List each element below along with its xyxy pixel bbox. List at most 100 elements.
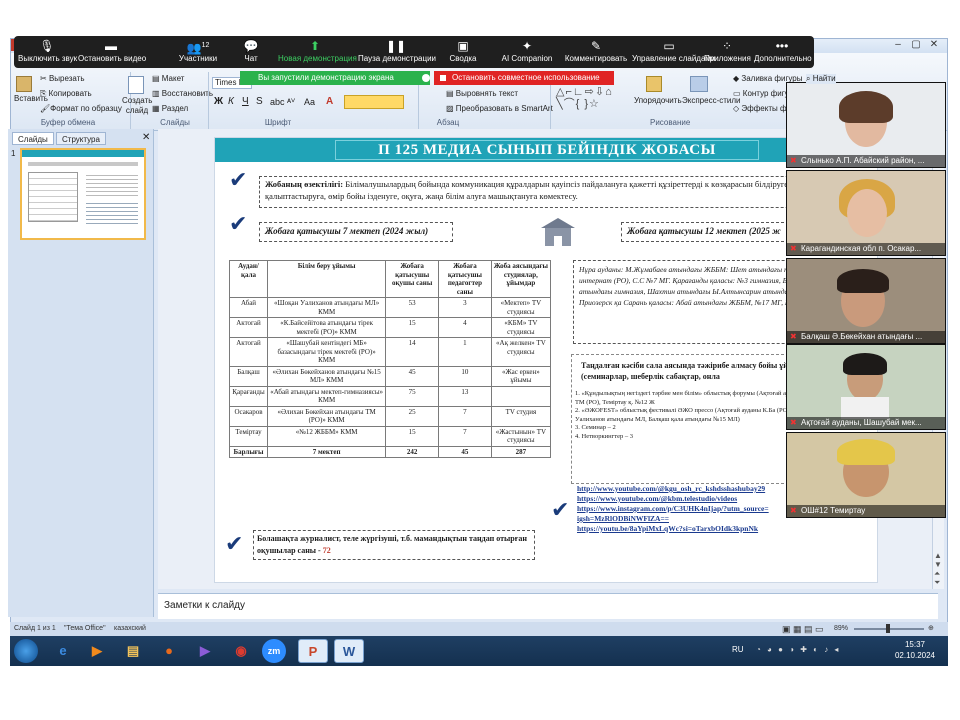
checkmark-icon: ✔ [229,212,248,237]
copy-button[interactable]: ⎘ Копировать [40,89,92,99]
group-font: Шрифт [264,118,292,127]
tray-icons[interactable]: ◔ ◕ ● ◑ ✚ ◐ ♪ ◂ [756,645,840,654]
slide-thumbnail[interactable] [20,148,146,240]
bold-button[interactable]: Ж [214,97,223,107]
participants-button[interactable]: 👥12 Участники [170,38,226,63]
quick-styles-button[interactable]: Экспресс-стили [682,96,741,106]
scroll-buttons[interactable]: ▲ ▼ ⏶ ⏷ [934,551,942,587]
participant-name: ✖ Слынько А.П. Абайский район, ... [787,155,945,167]
mute-button[interactable]: 🎙 Выключить звук [18,38,77,63]
status-bar: Слайд 1 из 1 "Тема Office" казахский ▣ ▦… [10,622,948,636]
participant-face [847,189,887,237]
annotate-button[interactable]: ✎ Комментировать [564,38,628,63]
new-slide-button[interactable]: Создать слайд [122,96,152,116]
clock[interactable]: 15:37 02.10.2024 [888,639,942,661]
slide-counter: Слайд 1 из 1 [14,625,56,632]
more-button[interactable]: ••• Дополнительно [754,38,812,63]
tab-outline[interactable]: Структура [56,132,106,145]
section-button[interactable]: ▦ Раздел [152,104,188,114]
underline-button[interactable]: Ч [242,97,249,107]
internet-explorer-icon[interactable]: e [48,639,78,663]
slide: П 125 МЕДИА СЫНЫП БЕЙІНДІК ЖОБАСЫ ✔ Жоба… [214,137,878,583]
table-cell: «Жас еркен» ұйымы [490,365,552,387]
chat-icon: 💬 [243,39,259,53]
participant-name: ✖ Ақтоғай ауданы, Шашубай мек... [787,417,945,429]
font-color-button[interactable]: A [326,97,333,107]
table-cell: «КБМ» TV студиясы [490,317,552,338]
pause-share-button[interactable]: ❚❚ Пауза демонстрации [358,38,436,63]
table-cell: «Жастынын» TV студиясы [490,425,552,447]
table-cell: 4 [438,317,492,338]
media-player-icon[interactable]: ▶ [82,639,112,663]
spacing-button[interactable]: abc ᴬⱽ [270,97,295,107]
table-header-cell: Жобаға қатысушы педагогтер саны [438,260,492,298]
tab-slides[interactable]: Слайды [12,132,54,145]
table-cell: 242 [385,445,440,458]
youtube-link[interactable]: https://youtu.be/8aYpiMxLqWc?si=oTarxbOI… [577,524,877,534]
chat-button[interactable]: 💬 Чат [240,38,262,63]
start-button-icon[interactable] [14,639,38,663]
view-buttons[interactable]: ▣ ▦ ▤ ▭ [782,622,824,636]
participant-hair [837,269,889,293]
participant-video[interactable]: ✖ Карагандинская обл п. Осакар... [786,170,946,256]
muted-mic-icon: ✖ [790,244,797,253]
close-panel-icon[interactable]: ✕ [142,132,150,143]
new-share-button[interactable]: ⬆ Новая демонстрация [278,38,357,63]
slide-control-button[interactable]: ▭ Управление слайдами [632,38,715,63]
cut-button[interactable]: ✂ Вырезать [40,74,85,84]
word-icon[interactable]: W [334,639,364,663]
italic-button[interactable]: К [228,97,234,107]
participant-video[interactable]: ✖ Слынько А.П. Абайский район, ... [786,82,946,168]
input-language[interactable]: RU [732,645,744,654]
stop-video-button[interactable]: ▬ Остановить видео [78,38,146,63]
strikethrough-button[interactable]: S [256,97,263,107]
checkmark-icon: ✔ [229,168,248,193]
participant-video[interactable]: ✖ Ақтоғай ауданы, Шашубай мек... [786,344,946,430]
file-explorer-icon[interactable]: ▤ [118,639,148,663]
change-case-button[interactable]: Aa [304,97,315,107]
smartart-button[interactable]: ▨ Преобразовать в SmartArt [446,104,553,114]
chrome-icon[interactable]: ◉ [226,639,256,663]
muted-mic-icon: ✖ [790,332,797,341]
stop-share-button[interactable]: Остановить совместное использование [434,71,614,85]
school-building-icon [541,218,575,246]
shapes-gallery[interactable]: △⌐∟⇨⇩⌂ ╲⌒{ }☆ [556,86,630,112]
table-cell: Актогай [229,337,268,367]
maximize-icon[interactable]: ▢ [909,39,923,51]
participant-video[interactable]: ✖ ОШ#12 Темиртау [786,432,946,518]
fit-window-icon[interactable]: ⊕ [928,622,934,636]
notes-pane[interactable]: Заметки к слайду [158,593,938,619]
participant-name: ✖ Карагандинская обл п. Осакар... [787,243,945,255]
reset-icon: ▥ [152,89,162,98]
zoom-slider-thumb[interactable] [886,624,890,633]
zoom-app-icon[interactable]: zm [262,639,286,663]
career-choice-text: Болашақта журналист, теле жүргізуші, т.б… [257,534,527,555]
apps-button[interactable]: ⁘ Приложения [704,38,751,63]
powerpoint-icon[interactable]: P [298,639,328,663]
format-painter-button[interactable]: 🖌Формат по образцу [40,104,122,114]
table-cell: 1 [438,337,492,367]
stop-icon [440,75,446,81]
arrange-button[interactable]: Упорядочить [634,96,682,106]
find-button[interactable]: ⌕ Найти [806,74,836,84]
video-app-icon[interactable]: ▶ [190,639,220,663]
table-cell: «Шашубай кентіндегі МБ» базасындағы тіре… [266,337,387,367]
reset-button[interactable]: ▥ Восстановить [152,89,213,99]
close-icon[interactable]: ✕ [927,39,941,51]
minimize-icon[interactable]: – [891,39,905,51]
summary-button[interactable]: ▣ Сводка [448,38,478,63]
ai-companion-button[interactable]: ✦ AI Companion [498,38,556,63]
layout-button[interactable]: ▤ Макет [152,74,184,84]
share-screen-icon: ⬆ [309,39,321,53]
participant-shirt [841,397,889,419]
table-row: Барлығы 7 мектеп 242 45 287 [229,445,552,458]
shield-icon [422,74,430,82]
firefox-icon[interactable]: ● [154,639,184,663]
paragraph-align-buttons[interactable] [344,95,404,109]
pause-icon: ❚❚ [385,39,407,53]
table-row: Қарағанды «Абай атындағы мектеп-гимназияс… [229,385,552,407]
participant-video[interactable]: ✖ Балқаш Ә.Бөкейхан атындағы ... [786,258,946,344]
table-cell: «Шоқан Уалиханов атындағы МЛ» КММ [266,297,387,318]
align-text-button[interactable]: ▤ Выровнять текст [446,89,518,99]
layout-icon: ▤ [152,74,162,83]
